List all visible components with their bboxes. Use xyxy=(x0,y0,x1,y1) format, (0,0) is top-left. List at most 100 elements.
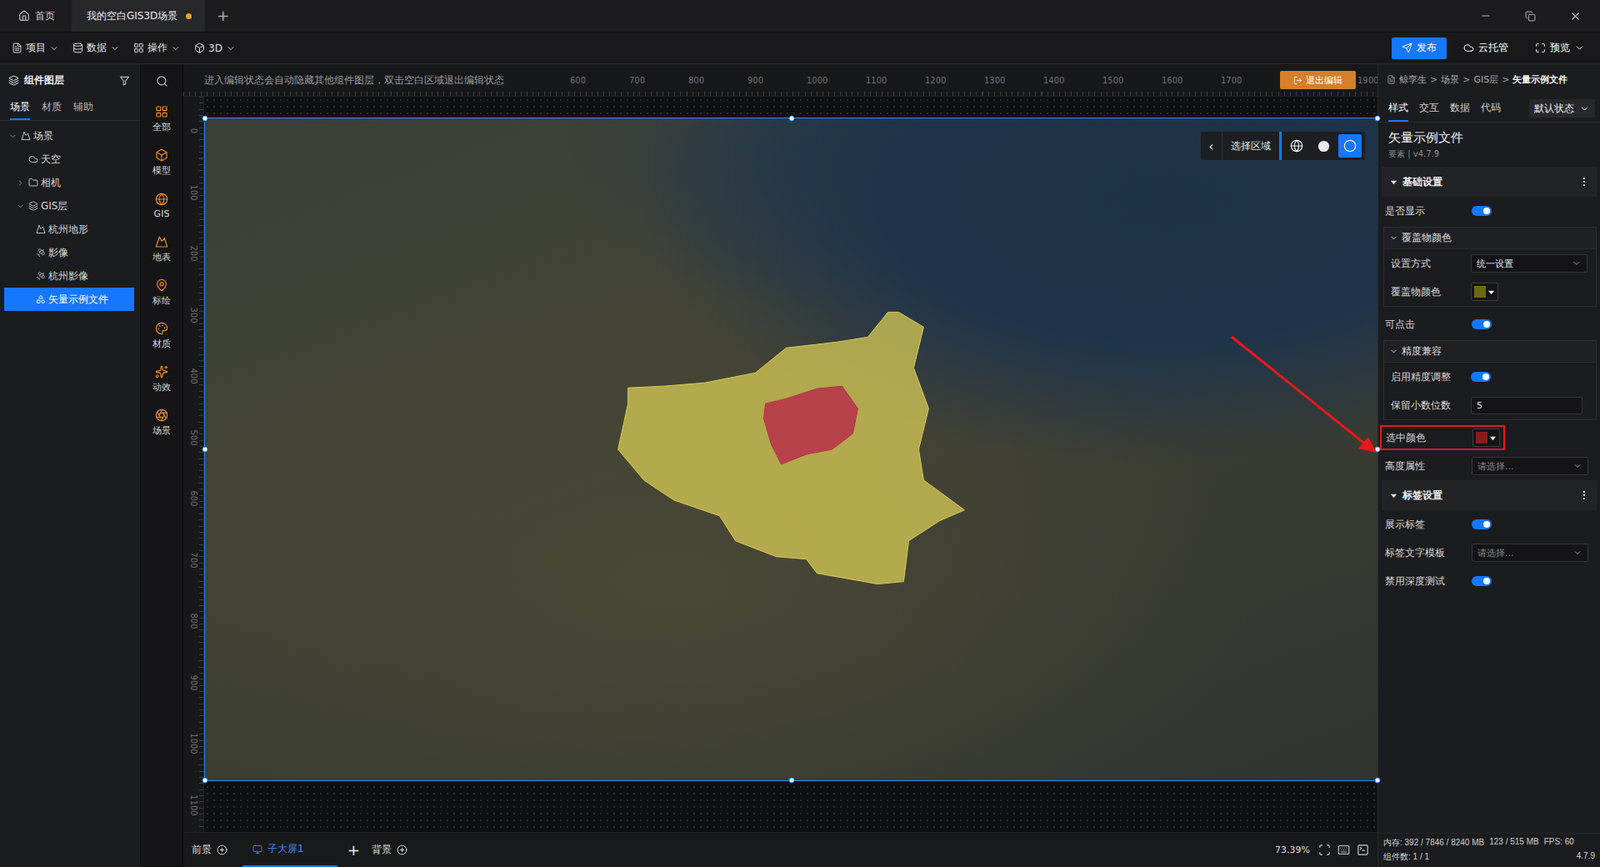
cloud-button[interactable]: 云托管 xyxy=(1453,37,1519,60)
add-tab-button[interactable]: + xyxy=(205,8,241,24)
select-field[interactable]: 请选择... xyxy=(1471,543,1589,562)
foreground-layer[interactable]: 前景 xyxy=(191,842,236,857)
restore-icon[interactable] xyxy=(1525,10,1536,22)
section-header[interactable]: 基础设置 xyxy=(1381,166,1597,197)
layer-tabs: 场景材质辅助 xyxy=(0,95,140,121)
tool-item[interactable]: 场景 xyxy=(152,400,171,445)
exit-edit-button[interactable]: 退出编辑 xyxy=(1280,70,1356,90)
layer-tab[interactable]: 场景 xyxy=(10,95,30,120)
inspector-tab[interactable]: 交互 xyxy=(1419,95,1440,122)
tool-label: 场景 xyxy=(152,424,171,437)
tree-item[interactable]: 天空 xyxy=(4,147,135,171)
scene-icon xyxy=(155,408,169,422)
resize-handle[interactable] xyxy=(788,777,795,784)
tool-item[interactable]: 材质 xyxy=(152,314,171,358)
screen-label: 子大屏1 xyxy=(267,841,305,856)
layer-tab[interactable]: 材质 xyxy=(41,95,62,120)
home-tab[interactable]: 首页 xyxy=(0,0,72,32)
resize-handle[interactable] xyxy=(1375,115,1381,122)
breadcrumb-item[interactable]: GIS层 xyxy=(1473,73,1499,86)
tool-item[interactable]: 地表 xyxy=(152,227,171,271)
close-icon[interactable] xyxy=(1569,10,1582,23)
terminal-icon[interactable] xyxy=(1356,843,1370,856)
tool-item[interactable]: 动效 xyxy=(152,357,171,401)
tree-item[interactable]: GIS层 xyxy=(4,194,135,218)
caret-icon[interactable] xyxy=(8,131,18,141)
toggle-switch[interactable] xyxy=(1471,575,1492,586)
add-screen-button[interactable]: + xyxy=(344,842,372,858)
color-picker[interactable] xyxy=(1472,428,1500,447)
resize-handle[interactable] xyxy=(1375,777,1381,784)
resize-handle[interactable] xyxy=(202,777,209,784)
tree-caret[interactable] xyxy=(15,178,26,188)
chevron-icon[interactable] xyxy=(1389,346,1399,356)
inspector-tab[interactable]: 数据 xyxy=(1450,95,1470,122)
group-header[interactable]: 覆盖物颜色 xyxy=(1384,227,1596,250)
toggle-switch[interactable] xyxy=(1471,519,1492,530)
minimize-icon[interactable] xyxy=(1480,10,1492,22)
layer-tab[interactable]: 辅助 xyxy=(73,95,94,120)
breadcrumb-item[interactable]: 场景 xyxy=(1440,73,1460,86)
search-icon[interactable] xyxy=(155,75,169,88)
resize-handle[interactable] xyxy=(202,115,209,122)
search-button[interactable] xyxy=(155,64,169,98)
mode-button[interactable] xyxy=(1285,134,1309,158)
inspector-tab[interactable]: 代码 xyxy=(1480,95,1501,122)
document-tab[interactable]: 我的空白GIS3D场景 xyxy=(71,0,205,32)
menu-item[interactable]: 项目 xyxy=(5,40,66,55)
breadcrumb-item[interactable]: 矢量示例文件 xyxy=(1512,73,1568,86)
screen-tab[interactable]: 子大屏1 xyxy=(242,832,338,867)
caret-icon[interactable] xyxy=(15,178,25,188)
keyboard-icon[interactable] xyxy=(1337,843,1350,856)
more-icon[interactable] xyxy=(1578,489,1590,501)
map-view[interactable]: ‹选择区域 xyxy=(204,117,1378,781)
tool-label: 模型 xyxy=(152,164,171,177)
caret-icon[interactable] xyxy=(15,201,25,211)
group-header[interactable]: 精度兼容 xyxy=(1384,340,1596,363)
filter-icon[interactable] xyxy=(119,75,130,86)
select-field[interactable]: 统一设置 xyxy=(1470,254,1588,273)
menu-item[interactable]: 操作 xyxy=(126,40,188,55)
region[interactable] xyxy=(618,311,965,584)
breadcrumb-item[interactable]: 鲸孪生 xyxy=(1399,73,1427,86)
zoom-level[interactable]: 73.39% xyxy=(1275,844,1319,855)
tree-caret[interactable] xyxy=(7,131,19,141)
select-area-label[interactable]: 选择区域 xyxy=(1222,131,1282,160)
fit-screen-icon[interactable] xyxy=(1318,843,1331,856)
more-icon[interactable] xyxy=(1578,175,1590,188)
resize-handle[interactable] xyxy=(788,115,795,122)
tree-item[interactable]: 相机 xyxy=(4,170,135,195)
tree-item[interactable]: 场景 xyxy=(4,124,135,148)
add-circle-icon[interactable] xyxy=(216,844,228,855)
add-circle-icon[interactable] xyxy=(396,844,408,855)
preview-button[interactable]: 预览 xyxy=(1525,37,1595,60)
select-field[interactable]: 请选择... xyxy=(1471,456,1589,475)
tool-item[interactable]: GIS xyxy=(154,184,170,228)
resize-handle[interactable] xyxy=(202,446,209,453)
tool-item[interactable]: 标绘 xyxy=(152,270,171,315)
state-select[interactable]: 默认状态 xyxy=(1529,99,1595,118)
toggle-switch[interactable] xyxy=(1471,319,1492,330)
tool-item[interactable]: 模型 xyxy=(152,140,171,185)
toggle-switch[interactable] xyxy=(1471,205,1492,216)
publish-button[interactable]: 发布 xyxy=(1391,37,1447,60)
inspector-tab[interactable]: 样式 xyxy=(1388,95,1409,122)
section-header[interactable]: 标签设置 xyxy=(1381,480,1597,510)
tool-item[interactable]: 全部 xyxy=(152,97,171,141)
tree-caret[interactable] xyxy=(15,201,26,211)
back-button[interactable]: ‹ xyxy=(1200,131,1223,160)
toggle-switch[interactable] xyxy=(1470,371,1491,382)
chevron-icon[interactable] xyxy=(1389,233,1399,243)
color-picker[interactable] xyxy=(1470,282,1499,301)
menu-item[interactable]: 3D xyxy=(187,42,243,55)
mode-button[interactable] xyxy=(1338,134,1362,158)
background-layer[interactable]: 背景 xyxy=(371,842,416,857)
tree-item[interactable]: 矢量示例文件 xyxy=(4,287,135,311)
tree-item[interactable]: 杭州地形 xyxy=(4,217,135,241)
selected-region[interactable] xyxy=(764,385,859,465)
number-input[interactable]: 5 xyxy=(1470,396,1583,415)
tree-item[interactable]: 杭州影像 xyxy=(4,264,135,288)
mode-button[interactable] xyxy=(1311,134,1335,158)
menu-item[interactable]: 数据 xyxy=(65,40,127,55)
tree-item[interactable]: 影像 xyxy=(4,240,135,265)
